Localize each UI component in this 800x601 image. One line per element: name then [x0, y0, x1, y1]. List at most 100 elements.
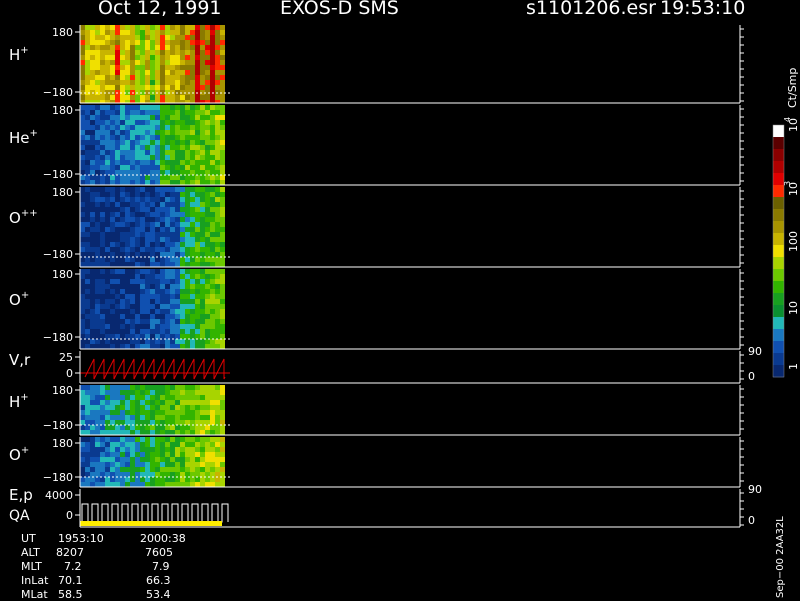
spectrogram-cell: [185, 274, 190, 279]
spectrogram-cell: [215, 130, 220, 135]
spectrogram-cell: [215, 197, 220, 202]
spectrogram-cell: [140, 170, 145, 175]
spectrogram-cell: [205, 25, 210, 30]
spectrogram-cell: [150, 415, 155, 420]
spectrogram-cell: [175, 447, 180, 452]
spectrogram-cell: [125, 252, 130, 257]
spectrogram-cell: [190, 227, 195, 232]
spectrogram-cell: [135, 50, 140, 55]
spectrogram-cell: [80, 145, 85, 150]
spectrogram-cell: [100, 65, 105, 70]
spectrogram-cell: [145, 80, 150, 85]
spectrogram-cell: [220, 472, 225, 477]
spectrogram-cell: [220, 482, 225, 487]
spectrogram-cell: [175, 55, 180, 60]
spectrogram-cell: [115, 324, 120, 329]
spectrogram-cell: [80, 85, 85, 90]
spectrogram-cell: [85, 472, 90, 477]
colorbar-swatch: [773, 137, 784, 150]
spectrogram-cell: [135, 395, 140, 400]
spectrogram-cell: [180, 115, 185, 120]
spectrogram-cell: [120, 457, 125, 462]
spectrogram-cell: [190, 400, 195, 405]
spectrogram-cell: [80, 232, 85, 237]
spectrogram-cell: [125, 150, 130, 155]
spectrogram-cell: [195, 279, 200, 284]
panel-tick-label: 0: [66, 367, 73, 380]
spectrogram-cell: [85, 110, 90, 115]
spectrogram-cell: [145, 390, 150, 395]
spectrogram-cell: [215, 452, 220, 457]
spectrogram-cell: [140, 237, 145, 242]
spectrogram-cell: [215, 284, 220, 289]
spectrogram-cell: [145, 25, 150, 30]
spectrogram-cell: [185, 55, 190, 60]
spectrogram-cell: [215, 110, 220, 115]
spectrogram-cell: [155, 145, 160, 150]
spectrogram-cell: [175, 192, 180, 197]
spectrogram-cell: [215, 400, 220, 405]
spectrogram-cell: [175, 262, 180, 267]
spectrogram-cell: [165, 472, 170, 477]
spectrogram-cell: [150, 257, 155, 262]
spectrogram-cell: [150, 324, 155, 329]
spectrogram-cell: [150, 477, 155, 482]
spectrogram-cell: [170, 70, 175, 75]
spectrogram-cell: [95, 279, 100, 284]
spectrogram-cell: [190, 442, 195, 447]
spectrogram-cell: [120, 140, 125, 145]
spectrogram-cell: [185, 175, 190, 180]
spectrogram-cell: [190, 30, 195, 35]
spectrogram-cell: [210, 309, 215, 314]
spectrogram-cell: [145, 40, 150, 45]
spectrogram-cell: [95, 304, 100, 309]
spectrogram-cell: [170, 462, 175, 467]
spectrogram-cell: [120, 452, 125, 457]
spectrogram-cell: [130, 405, 135, 410]
spectrogram-cell: [215, 420, 220, 425]
spectrogram-cell: [95, 437, 100, 442]
spectrogram-cell: [85, 105, 90, 110]
spectrogram-cell: [165, 410, 170, 415]
colorbar-unit: Ct/Smp: [786, 68, 799, 108]
spectrogram-cell: [210, 130, 215, 135]
spectrogram-cell: [165, 212, 170, 217]
spectrogram-cell: [175, 274, 180, 279]
spectrogram-cell: [175, 197, 180, 202]
spectrogram-cell: [90, 284, 95, 289]
spectrogram-cell: [195, 140, 200, 145]
spectrogram-cell: [95, 400, 100, 405]
spectrogram-cell: [155, 45, 160, 50]
spectrogram-cell: [220, 160, 225, 165]
spectrogram-cell: [95, 125, 100, 130]
spectrogram-cell: [125, 222, 130, 227]
spectrogram-cell: [185, 50, 190, 55]
spectrogram-cell: [110, 222, 115, 227]
spectrogram-cell: [220, 257, 225, 262]
spectrogram-cell: [130, 452, 135, 457]
spectrogram-cell: [120, 40, 125, 45]
spectrogram-cell: [180, 467, 185, 472]
spectrogram-cell: [160, 60, 165, 65]
spectrogram-cell: [125, 309, 130, 314]
spectrogram-cell: [150, 437, 155, 442]
spectrogram-cell: [155, 395, 160, 400]
spectrogram-cell: [205, 105, 210, 110]
spectrogram-cell: [210, 135, 215, 140]
spectrogram-cell: [150, 165, 155, 170]
spectrogram-cell: [125, 217, 130, 222]
spectrogram-cell: [185, 425, 190, 430]
spectrogram-cell: [145, 405, 150, 410]
spectrogram-cell: [185, 289, 190, 294]
spectrogram-cell: [215, 232, 220, 237]
spectrogram-cell: [115, 222, 120, 227]
spectrogram-cell: [155, 274, 160, 279]
spectrogram-cell: [115, 120, 120, 125]
spectrogram-cell: [170, 227, 175, 232]
spectrogram-cell: [95, 344, 100, 349]
spectrogram-cell: [90, 472, 95, 477]
spectrogram-cell: [165, 115, 170, 120]
spectrogram-cell: [110, 257, 115, 262]
spectrogram-cell: [125, 70, 130, 75]
velocity-trace: [84, 358, 226, 380]
